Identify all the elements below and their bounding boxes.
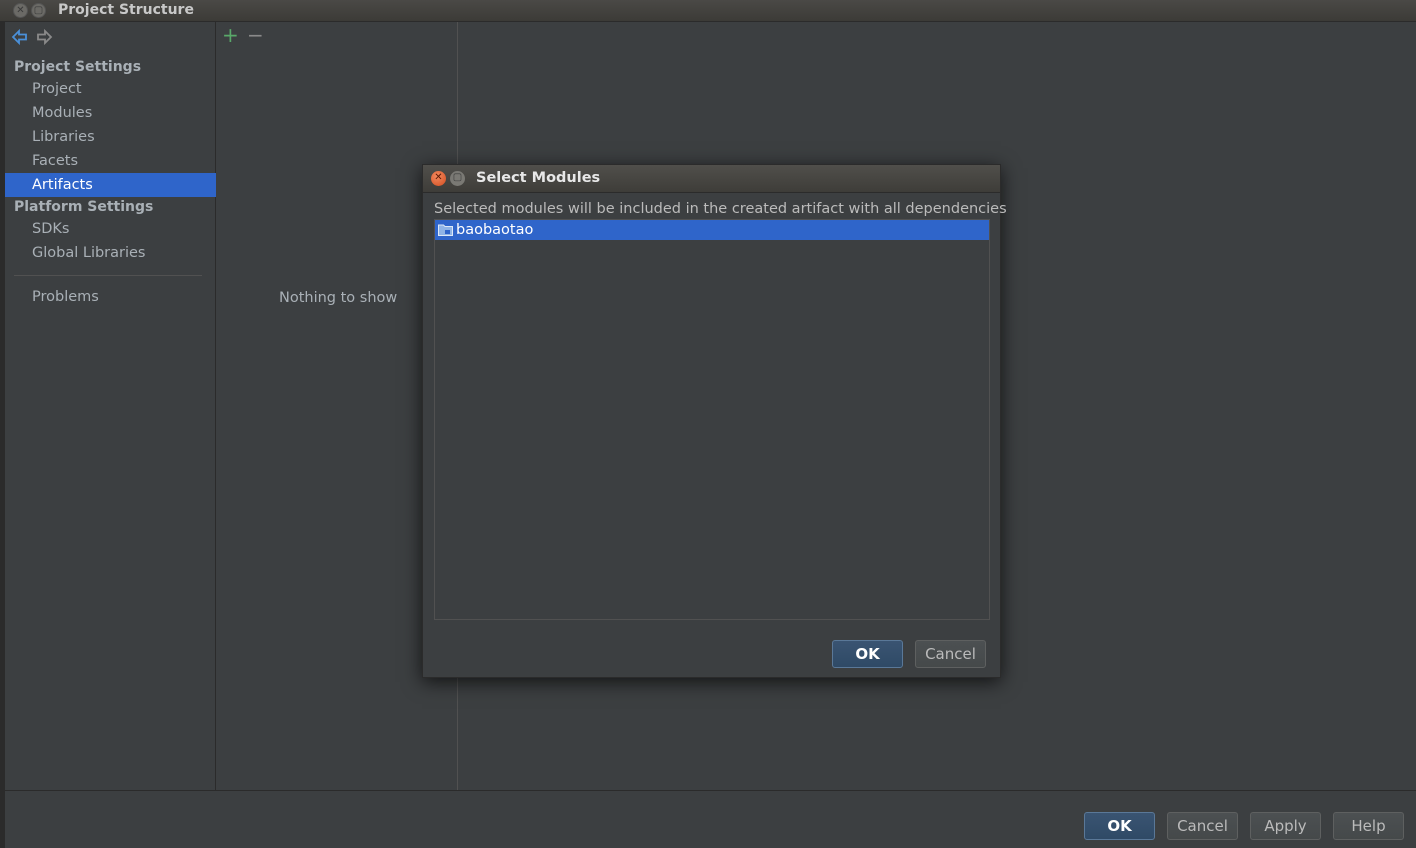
module-folder-icon	[438, 224, 453, 236]
help-button[interactable]: Help	[1333, 812, 1404, 840]
empty-state-text: Nothing to show	[279, 290, 398, 306]
sidebar-divider	[14, 275, 202, 276]
window-titlebar: ✕ ▢ Project Structure	[0, 0, 1416, 22]
project-settings-header: Project Settings	[14, 59, 142, 75]
dialog-cancel-button[interactable]: Cancel	[915, 640, 986, 668]
sidebar-item-sdks[interactable]: SDKs	[5, 217, 216, 241]
sidebar-item-modules[interactable]: Modules	[5, 101, 216, 125]
dialog-maximize-icon[interactable]: ▢	[450, 171, 465, 186]
add-icon[interactable]: +	[222, 24, 239, 46]
sidebar-item-global-libraries[interactable]: Global Libraries	[5, 241, 216, 265]
sidebar-item-problems[interactable]: Problems	[5, 285, 216, 309]
sidebar-item-project[interactable]: Project	[5, 77, 216, 101]
sidebar-item-libraries[interactable]: Libraries	[5, 125, 216, 149]
dialog-close-icon[interactable]: ✕	[431, 171, 446, 186]
back-arrow-icon[interactable]	[11, 28, 29, 46]
ok-button[interactable]: OK	[1084, 812, 1155, 840]
sidebar-item-artifacts[interactable]: Artifacts	[5, 173, 216, 197]
remove-icon[interactable]: −	[247, 24, 264, 46]
dialog-title: Select Modules	[476, 170, 601, 186]
module-name: baobaotao	[456, 222, 534, 238]
footer-bar: OK Cancel Apply Help	[5, 790, 1416, 848]
dialog-ok-button[interactable]: OK	[832, 640, 903, 668]
list-item[interactable]: baobaotao	[435, 220, 989, 240]
select-modules-dialog: ✕ ▢ Select Modules Selected modules will…	[422, 164, 1007, 678]
window-title: Project Structure	[58, 2, 194, 18]
module-list[interactable]: baobaotao	[434, 219, 990, 620]
apply-button[interactable]: Apply	[1250, 812, 1321, 840]
cancel-button[interactable]: Cancel	[1167, 812, 1238, 840]
sidebar-item-facets[interactable]: Facets	[5, 149, 216, 173]
dialog-titlebar: ✕ ▢ Select Modules	[423, 165, 1000, 193]
dialog-description: Selected modules will be included in the…	[434, 201, 1007, 217]
close-icon[interactable]: ✕	[13, 3, 28, 18]
platform-settings-header: Platform Settings	[14, 199, 154, 215]
forward-arrow-icon[interactable]	[35, 28, 53, 46]
maximize-icon[interactable]: ▢	[31, 3, 46, 18]
sidebar: Project Settings Project Modules Librari…	[5, 22, 216, 790]
